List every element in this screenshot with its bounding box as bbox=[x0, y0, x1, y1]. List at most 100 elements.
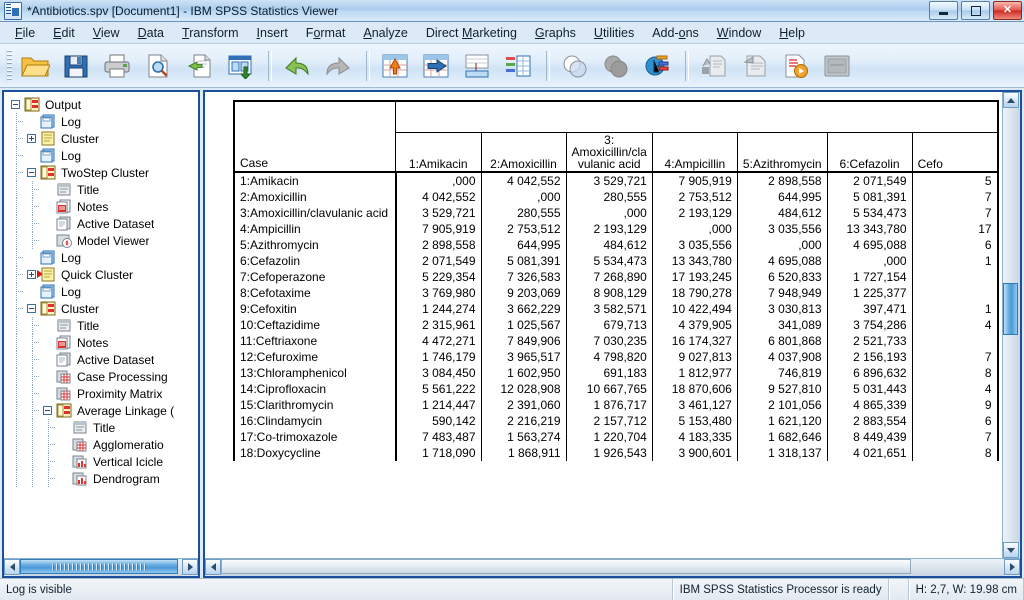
menu-file[interactable]: File bbox=[6, 24, 44, 42]
outline-horizontal-scrollbar[interactable] bbox=[4, 558, 198, 576]
menu-help[interactable]: Help bbox=[770, 24, 814, 42]
outline-node[interactable]: Cluster bbox=[8, 300, 198, 317]
redo-icon[interactable] bbox=[319, 49, 357, 83]
output-scroll-right-button[interactable] bbox=[1004, 559, 1020, 575]
close-button[interactable]: ✕ bbox=[993, 1, 1022, 20]
tree-toggle-minus[interactable] bbox=[24, 300, 40, 317]
tree-toggle-plus[interactable] bbox=[24, 266, 43, 283]
menu-add-ons[interactable]: Add-ons bbox=[643, 24, 708, 42]
outline-node[interactable]: Title bbox=[8, 317, 198, 334]
output-horizontal-scrollbar[interactable] bbox=[205, 558, 1020, 576]
tree-toggle-minus[interactable] bbox=[40, 402, 56, 419]
output-vscroll-thumb[interactable] bbox=[1003, 283, 1018, 335]
outline-node[interactable]: Model Viewer bbox=[8, 232, 198, 249]
export-icon[interactable] bbox=[180, 49, 218, 83]
menu-analyze[interactable]: Analyze bbox=[354, 24, 416, 42]
run-script-icon[interactable] bbox=[777, 49, 815, 83]
print-icon[interactable] bbox=[98, 49, 136, 83]
table-row[interactable]: 12:Cefuroxime 1 746,179 3 965,517 4 798,820… bbox=[233, 349, 999, 365]
outline-node[interactable]: Case Processing bbox=[8, 368, 198, 385]
insert-text-icon[interactable] bbox=[736, 49, 774, 83]
outline-node[interactable]: TwoStep Cluster bbox=[8, 164, 198, 181]
outline-node[interactable]: Notes bbox=[8, 334, 198, 351]
toolbar-grip[interactable] bbox=[6, 49, 12, 82]
output-scroll-up-button[interactable] bbox=[1003, 92, 1019, 108]
proximity-matrix-table[interactable]: Case 1:Amikacin 2:Amoxicillin 3: Amoxicilli… bbox=[233, 100, 999, 461]
maximize-button[interactable] bbox=[961, 1, 990, 20]
outline-node[interactable]: Vertical Icicle bbox=[8, 453, 198, 470]
table-row[interactable]: 17:Co-trimoxazole 7 483,487 1 563,274 1 220… bbox=[233, 429, 999, 445]
table-row[interactable]: 16:Clindamycin 590,142 2 216,219 2 157,712 5… bbox=[233, 413, 999, 429]
menu-data[interactable]: Data bbox=[129, 24, 173, 42]
output-hscroll-thumb[interactable] bbox=[221, 559, 911, 574]
menu-insert[interactable]: Insert bbox=[248, 24, 297, 42]
outline-hscroll-thumb[interactable] bbox=[20, 559, 178, 574]
table-row[interactable]: 9:Cefoxitin 1 244,274 3 662,229 3 582,571 10… bbox=[233, 301, 999, 317]
outline-node[interactable]: Output bbox=[8, 96, 198, 113]
outline-scroll-left-button[interactable] bbox=[4, 559, 20, 575]
menu-format[interactable]: Format bbox=[297, 24, 355, 42]
save-icon[interactable] bbox=[57, 49, 95, 83]
output-document-area[interactable]: Case 1:Amikacin 2:Amoxicillin 3: Amoxicilli… bbox=[205, 92, 1002, 558]
outline-node[interactable]: Average Linkage ( bbox=[8, 402, 198, 419]
table-row[interactable]: 13:Chloramphenicol 3 084,450 1 602,950 691,… bbox=[233, 365, 999, 381]
output-scroll-left-button[interactable] bbox=[205, 559, 221, 575]
output-vertical-scrollbar[interactable] bbox=[1002, 92, 1020, 558]
menu-direct-marketing[interactable]: Direct Marketing bbox=[417, 24, 526, 42]
output-hscroll-track[interactable] bbox=[221, 559, 1004, 576]
select-cases-icon[interactable] bbox=[556, 49, 594, 83]
outline-scroll-right-button[interactable] bbox=[182, 559, 198, 575]
table-row[interactable]: 6:Cefazolin 2 071,549 5 081,391 5 534,473 13… bbox=[233, 253, 999, 269]
outline-node[interactable]: Log bbox=[8, 249, 198, 266]
outline-node[interactable]: Title bbox=[8, 419, 198, 436]
collapse-icon[interactable] bbox=[27, 168, 36, 177]
tree-toggle-minus[interactable] bbox=[8, 96, 24, 113]
outline-node[interactable]: Notes bbox=[8, 198, 198, 215]
collapse-icon[interactable] bbox=[11, 100, 20, 109]
output-vscroll-track[interactable] bbox=[1003, 108, 1020, 542]
table-row[interactable]: 15:Clarithromycin 1 214,447 2 391,060 1 876… bbox=[233, 397, 999, 413]
split-file-icon[interactable] bbox=[638, 49, 676, 83]
table-row[interactable]: 3:Amoxicillin/clavulanic acid 3 529,721 28… bbox=[233, 205, 999, 221]
dialog-recall-icon[interactable] bbox=[221, 49, 259, 83]
outline-hscroll-track[interactable] bbox=[20, 559, 182, 576]
outline-node[interactable]: Cluster bbox=[8, 130, 198, 147]
undo-icon[interactable] bbox=[278, 49, 316, 83]
outline-node[interactable]: Title bbox=[8, 181, 198, 198]
goto-case-icon[interactable] bbox=[417, 49, 455, 83]
collapse-icon[interactable] bbox=[27, 304, 36, 313]
table-row[interactable]: 18:Doxycycline 1 718,090 1 868,911 1 926,54… bbox=[233, 445, 999, 461]
menu-view[interactable]: View bbox=[84, 24, 129, 42]
show-hide-icon[interactable] bbox=[695, 49, 733, 83]
outline-node[interactable]: Agglomeratio bbox=[8, 436, 198, 453]
tree-toggle-minus[interactable] bbox=[24, 164, 40, 181]
minimize-button[interactable] bbox=[929, 1, 958, 20]
outline-scroll-area[interactable]: Output Log Cluster Log TwoStep Cluster Title N… bbox=[4, 92, 198, 558]
collapse-icon[interactable] bbox=[43, 406, 52, 415]
table-row[interactable]: 2:Amoxicillin 4 042,552,000 280,555 2 753,5… bbox=[233, 189, 999, 205]
outline-node[interactable]: Log bbox=[8, 283, 198, 300]
outline-node[interactable]: Active Dataset bbox=[8, 215, 198, 232]
table-row[interactable]: 7:Cefoperazone 5 229,354 7 326,583 7 268,89… bbox=[233, 269, 999, 285]
goto-data-icon[interactable] bbox=[376, 49, 414, 83]
outline-node[interactable]: Log bbox=[8, 113, 198, 130]
table-row[interactable]: 10:Ceftazidime 2 315,961 1 025,567 679,713 4… bbox=[233, 317, 999, 333]
table-row[interactable]: 4:Ampicillin 7 905,919 2 753,512 2 193,129,… bbox=[233, 221, 999, 237]
toggle-pane-icon[interactable] bbox=[818, 49, 856, 83]
print-preview-icon[interactable] bbox=[139, 49, 177, 83]
variables-icon[interactable] bbox=[458, 49, 496, 83]
table-row[interactable]: 1:Amikacin ,000 4 042,552 3 529,721 7 905,91… bbox=[233, 171, 999, 189]
output-scroll-down-button[interactable] bbox=[1003, 542, 1019, 558]
table-row[interactable]: 14:Ciprofloxacin 5 561,222 12 028,908 10 66… bbox=[233, 381, 999, 397]
open-file-icon[interactable] bbox=[16, 49, 54, 83]
insert-table-icon[interactable] bbox=[499, 49, 537, 83]
menu-utilities[interactable]: Utilities bbox=[585, 24, 643, 42]
outline-node[interactable]: Quick Cluster bbox=[8, 266, 198, 283]
expand-icon[interactable] bbox=[27, 134, 36, 143]
outline-node[interactable]: Log bbox=[8, 147, 198, 164]
table-row[interactable]: 8:Cefotaxime 3 769,980 9 203,069 8 908,129 1… bbox=[233, 285, 999, 301]
menu-graphs[interactable]: Graphs bbox=[526, 24, 585, 42]
outline-node[interactable]: Active Dataset bbox=[8, 351, 198, 368]
tree-toggle-plus[interactable] bbox=[24, 130, 40, 147]
table-row[interactable]: 11:Ceftriaxone 4 472,271 7 849,906 7 030,23… bbox=[233, 333, 999, 349]
